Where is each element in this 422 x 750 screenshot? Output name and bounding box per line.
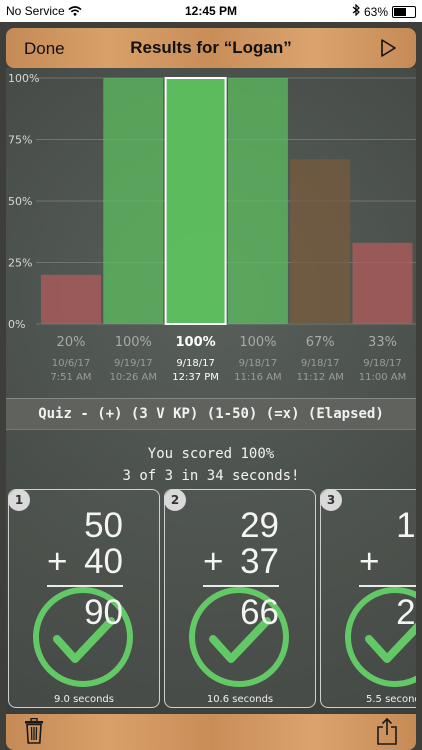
first-operand: 13 — [396, 506, 416, 545]
second-operand: 37 — [240, 542, 279, 581]
results-chart: 100% 75% 50% 25% 0% 20% 10/6/17 7:51 AM 100% 9/19… — [8, 72, 416, 383]
operator: + — [203, 542, 224, 581]
battery-percent: 63% — [363, 4, 388, 19]
bar-time-label: 11:12 AM — [296, 372, 343, 383]
quiz-title: Quiz - (+) (3 V KP) (1-50) (=x) (Elapsed… — [6, 398, 416, 430]
status-right: 63% — [352, 3, 416, 19]
chart-bar[interactable] — [352, 242, 413, 324]
bar-time-label: 11:16 AM — [234, 372, 281, 383]
card-number: 1 — [8, 489, 30, 511]
score-line-2: 3 of 3 in 34 seconds! — [122, 468, 300, 484]
y-tick-label: 75% — [8, 134, 32, 147]
chart-bar[interactable] — [103, 78, 164, 324]
bluetooth-icon — [352, 3, 360, 19]
nav-bar: Done Results for “Logan” — [6, 28, 416, 68]
bar-percent-label: 33% — [368, 335, 397, 350]
bar-date-label: 10/6/17 — [52, 358, 91, 369]
bar-percent-label: 100% — [115, 335, 152, 350]
card-number: 3 — [320, 489, 342, 511]
bar-date-label: 9/18/17 — [363, 358, 402, 369]
bar-time-label: 10:26 AM — [110, 372, 157, 383]
status-bar: No Service 12:45 PM 63% — [0, 0, 422, 22]
bar-time-label: 7:51 AM — [50, 372, 91, 383]
score-line-1: You scored 100% — [147, 446, 275, 462]
problem-card[interactable]: 313+8215.5 seconds — [320, 489, 416, 708]
bar-percent-label: 100% — [176, 335, 216, 350]
chart-bar[interactable] — [290, 159, 351, 324]
bar-percent-label: 67% — [306, 335, 335, 350]
y-tick-label: 100% — [8, 72, 39, 85]
first-operand: 50 — [84, 506, 123, 545]
second-operand: 40 — [84, 542, 123, 581]
chalkboard: 100% 75% 50% 25% 0% 20% 10/6/17 7:51 AM 100% 9/19… — [6, 68, 416, 714]
bar-percent-label: 20% — [57, 335, 86, 350]
card-time: 5.5 seconds — [366, 694, 416, 705]
y-tick-label: 0% — [8, 318, 25, 331]
bar-time-label: 11:00 AM — [359, 372, 406, 383]
card-time: 10.6 seconds — [206, 694, 274, 705]
answer: 90 — [84, 593, 123, 632]
score-summary: You scored 100% 3 of 3 in 34 seconds! — [6, 443, 416, 487]
bar-date-label: 9/18/17 — [176, 358, 215, 369]
problem-cards: 1 50 +40 90 9.0 seconds 2 29 +37 66 10.6 seconds 3… — [6, 489, 416, 709]
bar-date-label: 9/18/17 — [239, 358, 278, 369]
chart-bar[interactable] — [227, 78, 288, 324]
operator: + — [47, 542, 68, 581]
bar-date-label: 9/18/17 — [301, 358, 340, 369]
answer: 66 — [240, 593, 279, 632]
trash-icon[interactable] — [24, 717, 44, 748]
operator: + — [359, 542, 380, 581]
y-tick-label: 50% — [8, 195, 32, 208]
card-number: 2 — [164, 489, 186, 511]
chart-bar[interactable] — [164, 77, 227, 325]
bar-time-label: 12:37 PM — [172, 372, 219, 383]
battery-icon — [392, 5, 416, 18]
bottom-toolbar — [6, 714, 416, 750]
page-title: Results for “Logan” — [130, 38, 292, 57]
card-time: 9.0 seconds — [54, 694, 114, 705]
bar-date-label: 9/19/17 — [114, 358, 153, 369]
problem-card[interactable]: 2 29 +37 66 10.6 seconds — [164, 489, 316, 708]
play-icon[interactable] — [380, 39, 396, 62]
first-operand: 29 — [240, 506, 279, 545]
bar-percent-label: 100% — [239, 335, 276, 350]
chart-bar[interactable] — [41, 274, 101, 324]
answer: 21 — [396, 593, 416, 632]
y-tick-label: 25% — [8, 257, 32, 270]
share-icon[interactable] — [376, 717, 398, 749]
problem-card[interactable]: 1 50 +40 90 9.0 seconds — [8, 489, 160, 708]
